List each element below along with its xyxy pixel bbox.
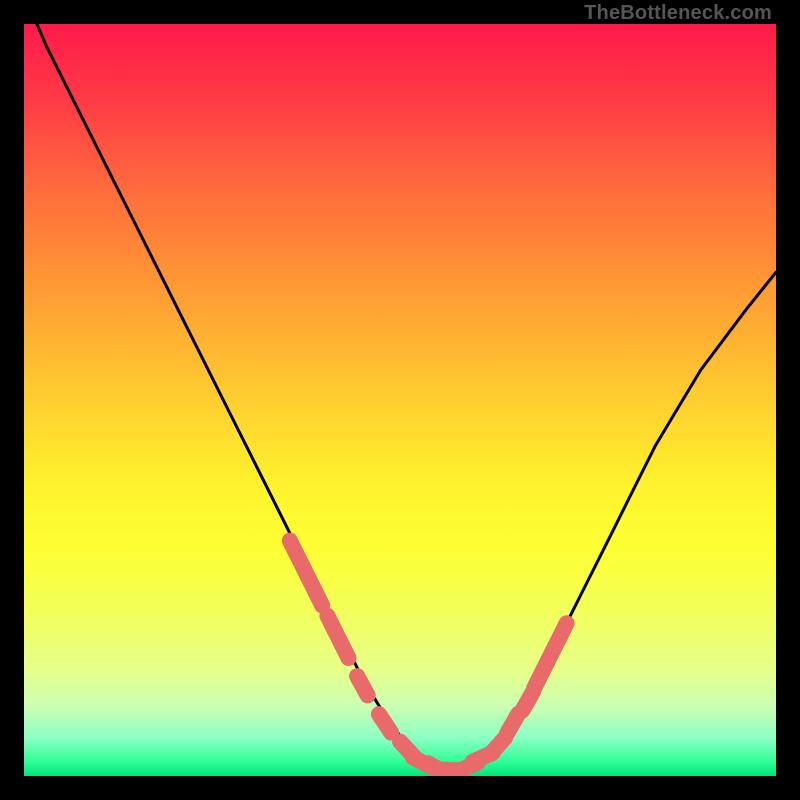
marker [507,714,518,733]
watermark-text: TheBottleneck.com [584,2,772,25]
marker [357,676,368,695]
marker [490,738,505,754]
marker [379,714,391,732]
bottleneck-curve [24,24,776,770]
chart-frame: TheBottleneck.com [0,0,800,800]
marker-group [290,541,567,774]
marker [312,586,322,606]
marker [339,638,349,658]
plot-area [24,24,776,776]
curve-svg [24,24,776,776]
marker [557,623,567,643]
